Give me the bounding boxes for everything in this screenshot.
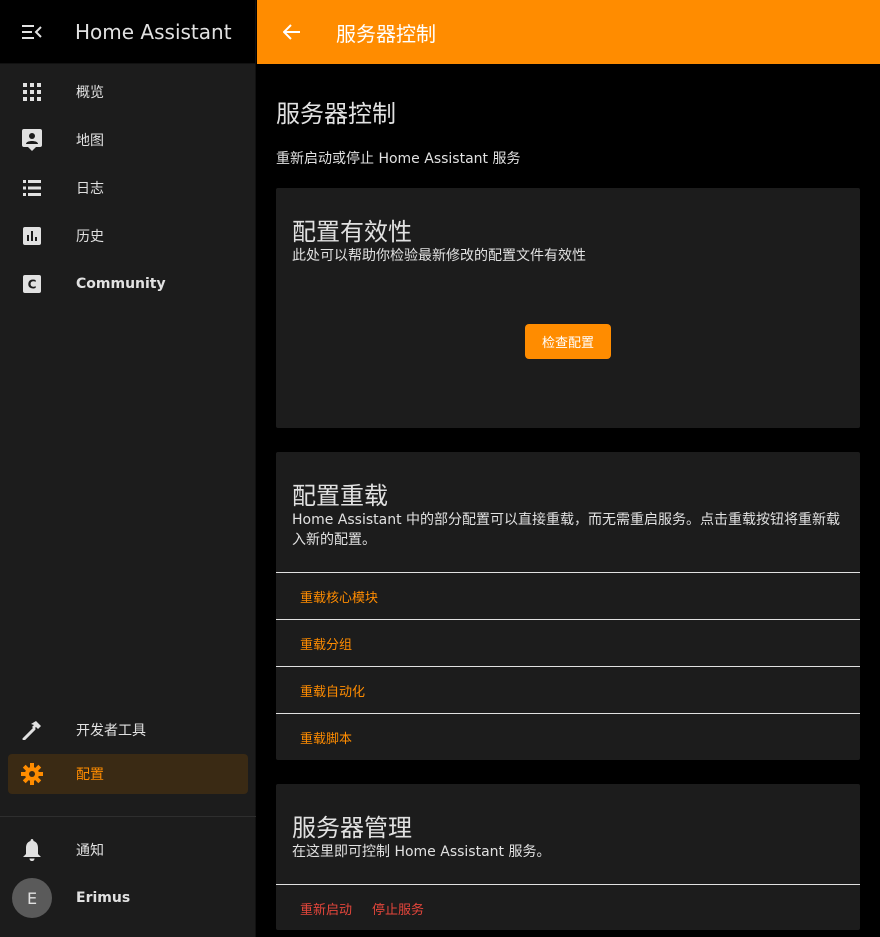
config-reload-card: 配置重载 Home Assistant 中的部分配置可以直接重载，而无需重启服务… <box>276 452 860 760</box>
sidebar-divider <box>0 816 256 817</box>
sidebar-item-overview[interactable]: 概览 <box>0 68 255 116</box>
sidebar-header: Home Assistant <box>0 0 255 64</box>
reload-scripts-row: 重载脚本 <box>276 713 860 760</box>
sidebar-item-developer-tools[interactable]: 开发者工具 <box>0 706 256 754</box>
menu-collapse-button[interactable] <box>0 0 64 64</box>
community-icon: C <box>0 275 64 293</box>
reload-groups-row: 重载分组 <box>276 619 860 666</box>
sidebar: Home Assistant 概览 地图 日志 历史 C Community 开… <box>0 0 256 937</box>
sidebar-item-logbook[interactable]: 日志 <box>0 164 255 212</box>
menu-collapse-icon <box>22 24 42 39</box>
reload-groups-button[interactable]: 重载分组 <box>300 634 352 653</box>
reload-scripts-button[interactable]: 重载脚本 <box>300 728 352 747</box>
app-title: Home Assistant <box>75 19 232 44</box>
avatar-wrapper: E <box>0 878 64 918</box>
card-description: Home Assistant 中的部分配置可以直接重载，而无需重启服务。点击重载… <box>292 512 841 548</box>
user-name: Erimus <box>76 890 131 906</box>
toolbar-title: 服务器控制 <box>336 21 436 46</box>
reload-automations-row: 重载自动化 <box>276 666 860 713</box>
sidebar-item-label: 日志 <box>76 181 104 197</box>
grid-icon <box>0 83 64 101</box>
sidebar-item-map[interactable]: 地图 <box>0 116 255 164</box>
sidebar-item-history[interactable]: 历史 <box>0 212 255 260</box>
card-title: 服务器管理 <box>292 814 412 842</box>
sidebar-item-community[interactable]: C Community <box>0 260 255 308</box>
sidebar-item-label: 配置 <box>76 767 104 783</box>
reload-core-row: 重载核心模块 <box>276 572 860 619</box>
avatar: E <box>12 878 52 918</box>
config-validation-card: 配置有效性 此处可以帮助你检验最新修改的配置文件有效性 检查配置 <box>276 188 860 428</box>
sidebar-item-label: 通知 <box>76 843 104 859</box>
reload-core-button[interactable]: 重载核心模块 <box>300 587 378 606</box>
check-config-button[interactable]: 检查配置 <box>525 324 611 359</box>
back-button[interactable] <box>257 0 327 64</box>
card-title: 配置有效性 <box>292 218 412 246</box>
sidebar-item-notifications[interactable]: 通知 <box>0 826 256 874</box>
map-account-icon <box>0 129 64 151</box>
card-title: 配置重载 <box>292 482 388 510</box>
restart-button[interactable]: 重新启动 <box>300 899 352 918</box>
sidebar-item-label: 历史 <box>76 229 104 245</box>
list-icon <box>0 180 64 196</box>
sidebar-nav: 概览 地图 日志 历史 C Community <box>0 64 255 308</box>
app-toolbar: 服务器控制 <box>257 0 880 64</box>
sidebar-item-label: 开发者工具 <box>76 723 146 739</box>
gear-icon <box>8 763 56 785</box>
sidebar-item-label: Community <box>76 276 166 292</box>
management-actions: 重新启动 停止服务 <box>276 884 860 931</box>
hammer-icon <box>0 720 64 740</box>
server-management-card: 服务器管理 在这里即可控制 Home Assistant 服务。 重新启动 停止… <box>276 784 860 930</box>
page-description: 重新启动或停止 Home Assistant 服务 <box>276 151 521 167</box>
reload-automations-button[interactable]: 重载自动化 <box>300 681 365 700</box>
stop-button[interactable]: 停止服务 <box>372 899 424 918</box>
sidebar-item-label: 概览 <box>76 85 104 101</box>
sidebar-item-profile[interactable]: E Erimus <box>0 874 256 922</box>
bell-icon <box>0 839 64 861</box>
page-title: 服务器控制 <box>276 100 396 128</box>
sidebar-bottom: 开发者工具 配置 <box>0 706 256 794</box>
card-description: 此处可以帮助你检验最新修改的配置文件有效性 <box>292 248 586 264</box>
svg-text:C: C <box>28 278 37 292</box>
sidebar-item-config[interactable]: 配置 <box>8 754 248 794</box>
chart-bar-icon <box>0 227 64 245</box>
main-content: 服务器控制 重新启动或停止 Home Assistant 服务 配置有效性 此处… <box>276 64 860 930</box>
sidebar-item-label: 地图 <box>76 133 104 149</box>
sidebar-footer: 通知 E Erimus <box>0 826 256 922</box>
card-description: 在这里即可控制 Home Assistant 服务。 <box>292 844 551 860</box>
arrow-left-icon <box>283 24 300 40</box>
